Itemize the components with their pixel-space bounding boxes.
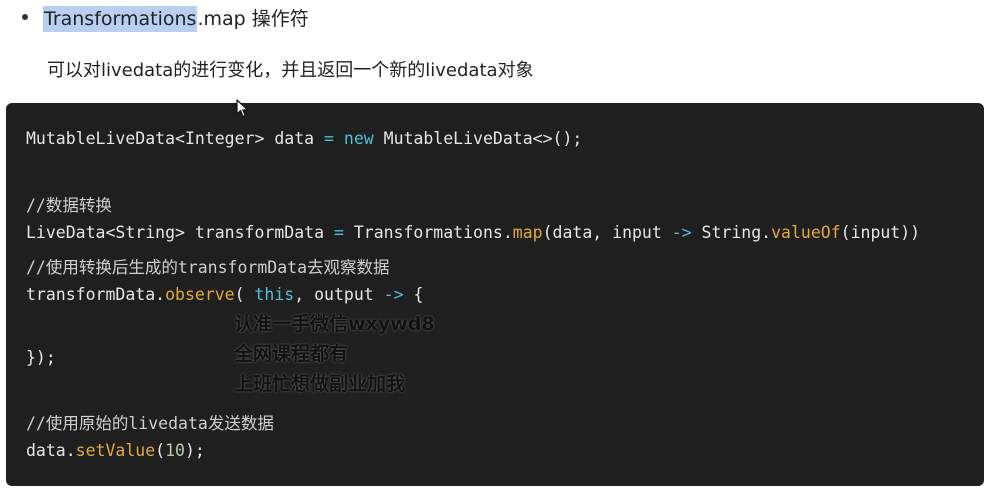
method-observe: observe	[165, 285, 235, 304]
code-comment-3: //使用原始的livedata发送数据	[26, 414, 274, 433]
bullet-title-rest: .map 操作符	[197, 7, 309, 30]
keyword-new: new	[343, 129, 374, 148]
selected-text[interactable]: Transformations	[43, 5, 198, 32]
description-text: 可以对livedata的进行变化，并且返回一个新的livedata对象	[47, 60, 534, 81]
mouse-pointer-icon	[236, 99, 249, 118]
bullet-item: Transformations.map 操作符	[22, 2, 309, 32]
code-comment-2: //使用转换后生成的transformData去观察数据	[26, 258, 390, 277]
watermark-line-3: 上班忙想做副业加我	[234, 373, 406, 395]
bullet-dot	[22, 14, 28, 20]
watermark-line-2: 全网课程都有	[234, 343, 349, 365]
watermark-line-1: 认准一手微信wxywd8	[234, 313, 435, 335]
code-block[interactable]: MutableLiveData<Integer> data = new Muta…	[6, 103, 984, 486]
code-line-4: });	[26, 348, 56, 367]
method-setvalue: setValue	[75, 441, 156, 460]
code-comment-1: //数据转换	[26, 196, 112, 215]
code-line-2: LiveData<String> transformData = Transfo…	[26, 223, 921, 242]
number-literal: 10	[165, 441, 185, 460]
code-line-3: transformData.observe( this, output -> {	[26, 285, 424, 304]
code-line-1: MutableLiveData<Integer> data = new Muta…	[26, 129, 583, 148]
code-line-5: data.setValue(10);	[26, 441, 205, 460]
method-map: map	[512, 223, 543, 242]
keyword-this: this	[254, 285, 295, 304]
bullet-title: Transformations.map 操作符	[43, 4, 309, 32]
method-valueof: valueOf	[771, 223, 841, 242]
